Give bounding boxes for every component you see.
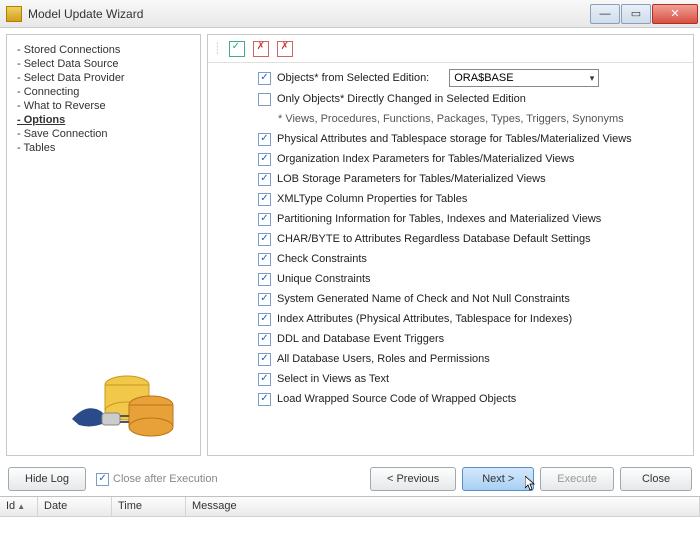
log-header: Id▲ Date Time Message — [0, 497, 700, 517]
option-row[interactable]: CHAR/BYTE to Attributes Regardless Datab… — [258, 229, 681, 249]
option-row[interactable]: Unique Constraints — [258, 269, 681, 289]
option-row[interactable]: System Generated Name of Check and Not N… — [258, 289, 681, 309]
checkbox-icon[interactable] — [258, 313, 271, 326]
option-row[interactable]: Partitioning Information for Tables, Ind… — [258, 209, 681, 229]
checkbox-icon[interactable] — [258, 133, 271, 146]
option-row[interactable]: All Database Users, Roles and Permission… — [258, 349, 681, 369]
option-label: Partitioning Information for Tables, Ind… — [277, 213, 601, 225]
option-row[interactable]: Organization Index Parameters for Tables… — [258, 149, 681, 169]
app-icon — [6, 6, 22, 22]
wizard-step[interactable]: - Options — [17, 113, 190, 127]
sidebar-graphic — [57, 347, 187, 447]
wizard-step[interactable]: - Save Connection — [17, 127, 190, 141]
wizard-step[interactable]: - Tables — [17, 141, 190, 155]
next-button[interactable]: Next > — [462, 467, 534, 491]
window-buttons: — ▭ ✕ — [590, 4, 698, 24]
option-selected-edition[interactable]: Objects* from Selected Edition: ORA$BASE — [258, 67, 681, 89]
checkbox-icon — [96, 473, 109, 486]
option-label: Physical Attributes and Tablespace stora… — [277, 133, 632, 145]
checkbox-icon[interactable] — [258, 373, 271, 386]
options-panel: ┊ Objects* from Selected Edition: ORA$BA… — [207, 34, 694, 456]
option-label: Index Attributes (Physical Attributes, T… — [277, 313, 572, 325]
button-bar: Hide Log Close after Execution < Previou… — [0, 462, 700, 496]
option-label: XMLType Column Properties for Tables — [277, 193, 467, 205]
option-note: * Views, Procedures, Functions, Packages… — [258, 109, 681, 129]
checkbox-icon[interactable] — [258, 353, 271, 366]
option-label: CHAR/BYTE to Attributes Regardless Datab… — [277, 233, 591, 245]
titlebar: Model Update Wizard — ▭ ✕ — [0, 0, 700, 28]
execute-button: Execute — [540, 467, 614, 491]
option-label: Unique Constraints — [277, 273, 371, 285]
reset-icon[interactable] — [277, 41, 293, 57]
wizard-step[interactable]: - Connecting — [17, 85, 190, 99]
wizard-steps-sidebar: - Stored Connections- Select Data Source… — [6, 34, 201, 456]
log-col-id[interactable]: Id▲ — [0, 497, 38, 516]
checkbox-icon[interactable] — [258, 173, 271, 186]
checkbox-icon[interactable] — [258, 273, 271, 286]
option-row[interactable]: Check Constraints — [258, 249, 681, 269]
cursor-icon — [525, 476, 537, 492]
wizard-step[interactable]: - What to Reverse — [17, 99, 190, 113]
checkbox-icon[interactable] — [258, 93, 271, 106]
option-row[interactable]: Select in Views as Text — [258, 369, 681, 389]
log-col-date[interactable]: Date — [38, 497, 112, 516]
option-row[interactable]: DDL and Database Event Triggers — [258, 329, 681, 349]
option-label: DDL and Database Event Triggers — [277, 333, 444, 345]
previous-button[interactable]: < Previous — [370, 467, 456, 491]
check-all-icon[interactable] — [229, 41, 245, 57]
log-panel: Id▲ Date Time Message — [0, 496, 700, 548]
option-only-changed[interactable]: Only Objects* Directly Changed in Select… — [258, 89, 681, 109]
checkbox-icon[interactable] — [258, 233, 271, 246]
uncheck-all-icon[interactable] — [253, 41, 269, 57]
checkbox-icon[interactable] — [258, 193, 271, 206]
wizard-step[interactable]: - Select Data Provider — [17, 71, 190, 85]
checkbox-icon[interactable] — [258, 213, 271, 226]
checkbox-icon[interactable] — [258, 393, 271, 406]
option-row[interactable]: Physical Attributes and Tablespace stora… — [258, 129, 681, 149]
maximize-button[interactable]: ▭ — [621, 4, 651, 24]
log-col-time[interactable]: Time — [112, 497, 186, 516]
wizard-step[interactable]: - Select Data Source — [17, 57, 190, 71]
window-title: Model Update Wizard — [28, 7, 590, 21]
option-row[interactable]: LOB Storage Parameters for Tables/Materi… — [258, 169, 681, 189]
close-after-execution-checkbox[interactable]: Close after Execution — [96, 473, 218, 486]
option-label: All Database Users, Roles and Permission… — [277, 353, 490, 365]
edition-dropdown[interactable]: ORA$BASE — [449, 69, 599, 87]
minimize-button[interactable]: — — [590, 4, 620, 24]
option-label: Organization Index Parameters for Tables… — [277, 153, 574, 165]
checkbox-icon[interactable] — [258, 333, 271, 346]
options-toolbar: ┊ — [208, 35, 693, 63]
option-row[interactable]: XMLType Column Properties for Tables — [258, 189, 681, 209]
close-button[interactable]: Close — [620, 467, 692, 491]
option-label: Select in Views as Text — [277, 373, 389, 385]
checkbox-icon[interactable] — [258, 153, 271, 166]
log-col-message[interactable]: Message — [186, 497, 700, 516]
option-label: Load Wrapped Source Code of Wrapped Obje… — [277, 393, 516, 405]
options-list: Objects* from Selected Edition: ORA$BASE… — [208, 63, 693, 455]
close-window-button[interactable]: ✕ — [652, 4, 698, 24]
checkbox-icon[interactable] — [258, 72, 271, 85]
option-label: System Generated Name of Check and Not N… — [277, 293, 570, 305]
checkbox-icon[interactable] — [258, 253, 271, 266]
option-row[interactable]: Load Wrapped Source Code of Wrapped Obje… — [258, 389, 681, 409]
wizard-step[interactable]: - Stored Connections — [17, 43, 190, 57]
option-label: LOB Storage Parameters for Tables/Materi… — [277, 173, 546, 185]
hide-log-button[interactable]: Hide Log — [8, 467, 86, 491]
option-label: Check Constraints — [277, 253, 367, 265]
option-row[interactable]: Index Attributes (Physical Attributes, T… — [258, 309, 681, 329]
checkbox-icon[interactable] — [258, 293, 271, 306]
